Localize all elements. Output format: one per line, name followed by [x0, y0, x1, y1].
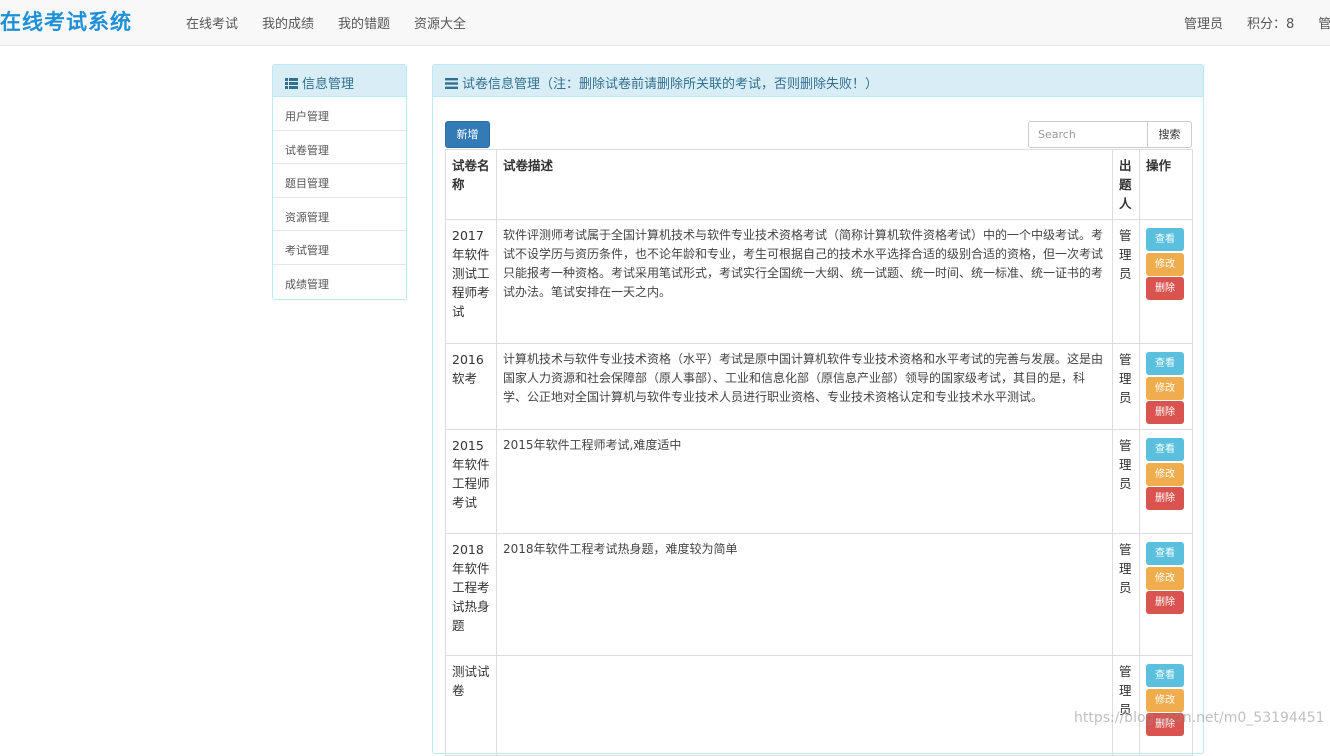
paper-name: 2018年软件工程考试热身题 — [445, 533, 497, 656]
view-button[interactable]: 查看 — [1146, 542, 1184, 565]
delete-button[interactable]: 删除 — [1146, 277, 1184, 300]
paper-name: 2016软考 — [445, 343, 497, 430]
table-header-row: 试卷名称 试卷描述 出题人 操作 — [445, 149, 1193, 220]
nav-link-online-exam[interactable]: 在线考试 — [186, 13, 238, 32]
sidebar-title: 信息管理 — [302, 77, 355, 92]
edit-button[interactable]: 修改 — [1146, 688, 1184, 712]
sidebar-item-questions[interactable]: 题目管理 — [273, 164, 406, 198]
view-button[interactable]: 查看 — [1146, 228, 1184, 251]
paper-desc: 2015年软件工程师考试,难度适中 — [496, 429, 1113, 534]
edit-button[interactable]: 修改 — [1146, 462, 1184, 486]
paper-management-panel: 试卷信息管理（注：删除试卷前请删除所关联的考试，否则删除失败！） 新增 搜索 试… — [432, 64, 1204, 756]
user-nav: 管理员 积分：8 管 — [1184, 13, 1330, 32]
points-display: 积分：8 — [1247, 17, 1295, 32]
sidebar-item-papers[interactable]: 试卷管理 — [273, 131, 406, 165]
edit-button[interactable]: 修改 — [1146, 252, 1184, 276]
add-paper-button[interactable]: 新增 — [445, 121, 490, 148]
admin-link[interactable]: 管 — [1318, 13, 1330, 32]
delete-button[interactable]: 删除 — [1146, 591, 1184, 614]
sidebar: 信息管理 用户管理 试卷管理 题目管理 资源管理 考试管理 成绩管理 — [272, 64, 407, 300]
search-input[interactable] — [1028, 121, 1148, 148]
watermark: https://blog.csdn.net/m0_53194451 — [1074, 710, 1325, 726]
delete-button[interactable]: 删除 — [1146, 401, 1184, 424]
row-actions: 查看 修改 删除 — [1139, 655, 1193, 756]
sidebar-item-users[interactable]: 用户管理 — [273, 97, 406, 131]
main-nav: 在线考试 我的成绩 我的错题 资源大全 — [186, 13, 490, 32]
table-row: 2018年软件工程考试热身题 2018年软件工程考试热身题，难度较为简单 管理员… — [445, 533, 1193, 656]
search-button[interactable]: 搜索 — [1147, 121, 1192, 148]
table-row: 测试试卷 管理员 查看 修改 删除 — [445, 655, 1193, 756]
paper-name: 2017年软件测试工程师考试 — [445, 219, 497, 344]
user-menu[interactable]: 管理员 — [1184, 13, 1223, 32]
edit-button[interactable]: 修改 — [1146, 566, 1184, 590]
list-icon — [285, 78, 298, 89]
col-header-desc: 试卷描述 — [496, 149, 1113, 220]
row-actions: 查看 修改 删除 — [1139, 429, 1193, 534]
paper-author: 管理员 — [1112, 343, 1140, 430]
nav-link-my-scores[interactable]: 我的成绩 — [262, 13, 314, 32]
view-button[interactable]: 查看 — [1146, 438, 1184, 461]
sidebar-item-exams[interactable]: 考试管理 — [273, 231, 406, 265]
paper-table: 试卷名称 试卷描述 出题人 操作 2017年软件测试工程师考试 软件评测师考试属… — [445, 149, 1193, 756]
sidebar-item-resources[interactable]: 资源管理 — [273, 198, 406, 232]
table-row: 2015年软件工程师考试 2015年软件工程师考试,难度适中 管理员 查看 修改… — [445, 429, 1193, 534]
paper-author: 管理员 — [1112, 429, 1140, 534]
col-header-actions: 操作 — [1139, 149, 1193, 220]
row-actions: 查看 修改 删除 — [1139, 343, 1193, 430]
paper-author: 管理员 — [1112, 655, 1140, 756]
col-header-name: 试卷名称 — [445, 149, 497, 220]
paper-desc: 2018年软件工程考试热身题，难度较为简单 — [496, 533, 1113, 656]
row-actions: 查看 修改 删除 — [1139, 533, 1193, 656]
menu-icon — [445, 78, 458, 89]
panel-title: 试卷信息管理（注：删除试卷前请删除所关联的考试，否则删除失败！） — [462, 77, 879, 92]
row-actions: 查看 修改 删除 — [1139, 219, 1193, 344]
nav-link-resources[interactable]: 资源大全 — [414, 13, 466, 32]
sidebar-item-scores[interactable]: 成绩管理 — [273, 265, 406, 299]
table-row: 2016软考 计算机技术与软件专业技术资格（水平）考试是原中国计算机软件专业技术… — [445, 343, 1193, 430]
paper-name: 测试试卷 — [445, 655, 497, 756]
delete-button[interactable]: 删除 — [1146, 487, 1184, 510]
paper-desc — [496, 655, 1113, 756]
view-button[interactable]: 查看 — [1146, 352, 1184, 375]
brand-title[interactable]: 在线考试系统 — [0, 6, 132, 36]
edit-button[interactable]: 修改 — [1146, 376, 1184, 400]
paper-desc: 计算机技术与软件专业技术资格（水平）考试是原中国计算机软件专业技术资格和水平考试… — [496, 343, 1113, 430]
paper-desc: 软件评测师考试属于全国计算机技术与软件专业技术资格考试（简称计算机软件资格考试）… — [496, 219, 1113, 344]
table-row: 2017年软件测试工程师考试 软件评测师考试属于全国计算机技术与软件专业技术资格… — [445, 219, 1193, 344]
view-button[interactable]: 查看 — [1146, 664, 1184, 687]
nav-link-my-mistakes[interactable]: 我的错题 — [338, 13, 390, 32]
paper-author: 管理员 — [1112, 533, 1140, 656]
panel-header: 试卷信息管理（注：删除试卷前请删除所关联的考试，否则删除失败！） — [433, 65, 1203, 97]
sidebar-header: 信息管理 — [273, 65, 406, 97]
top-navbar: 在线考试系统 在线考试 我的成绩 我的错题 资源大全 管理员 积分：8 管 — [0, 0, 1330, 46]
paper-author: 管理员 — [1112, 219, 1140, 344]
paper-name: 2015年软件工程师考试 — [445, 429, 497, 534]
col-header-author: 出题人 — [1112, 149, 1140, 220]
